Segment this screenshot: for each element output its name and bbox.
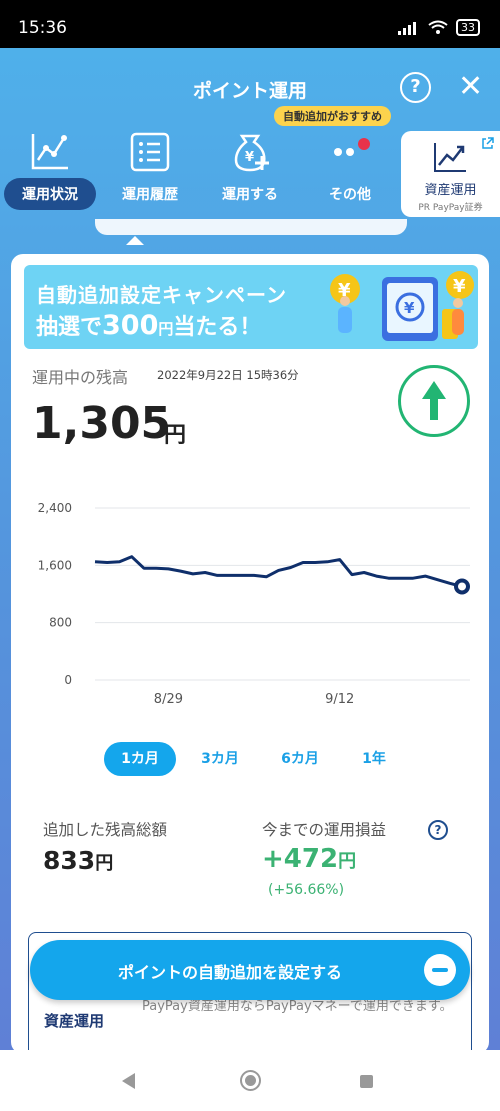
battery-icon: 33 <box>456 19 480 36</box>
home-icon[interactable] <box>240 1070 261 1091</box>
profit-loss-label: 今までの運用損益 <box>262 821 387 839</box>
campaign-illustration: ¥ ¥ ¥ <box>330 271 474 341</box>
chart-y-tick-label: 0 <box>64 673 72 687</box>
range-6-months[interactable]: 6カ月 <box>264 742 336 776</box>
balance-line-chart: 2,400 1,600 800 0 8/29 9/12 <box>38 501 470 707</box>
added-total-label: 追加した残高総額 <box>43 821 168 839</box>
balance-label: 運用中の残高 <box>32 368 129 387</box>
cta-label: ポイントの自動追加を設定する <box>117 963 342 982</box>
signal-icon <box>398 21 416 35</box>
chart-y-tick-label: 800 <box>49 616 72 630</box>
asset-card-label: 資産運用 <box>424 183 477 198</box>
back-icon[interactable] <box>122 1073 135 1089</box>
profit-loss-percent: (+56.66%) <box>268 882 345 898</box>
campaign-banner[interactable]: 自動追加設定キャンペーン 抽選で300円当たる！ ¥ ¥ ¥ <box>24 265 478 349</box>
status-bar: 15:36 33 <box>0 0 500 48</box>
asset-promo-logo: 資産運用 <box>44 1012 105 1030</box>
collapse-icon[interactable] <box>424 954 456 986</box>
help-button[interactable]: ? <box>400 72 431 103</box>
more-dots-icon <box>334 138 370 156</box>
asset-management-link[interactable]: 資産運用 PR PayPay証券 <box>401 131 500 217</box>
balance-unit: 円 <box>164 423 187 448</box>
tab-other[interactable]: その他 <box>300 126 400 216</box>
range-1-year[interactable]: 1年 <box>338 742 410 776</box>
added-total-value: 833円 <box>43 846 114 875</box>
chart-x-tick-label: 9/12 <box>325 692 354 707</box>
status-icons: 33 <box>398 19 480 36</box>
asset-promo-text: PayPay資産運用ならPayPayマネーで運用できます。 <box>142 999 453 1014</box>
tab-portfolio-status[interactable]: 運用状況 <box>0 126 100 216</box>
balance-date: 2022年9月22日 15時36分 <box>157 368 299 382</box>
balance-chart: 2,400 1,600 800 0 8/29 9/12 <box>20 490 490 720</box>
wifi-icon <box>428 20 448 34</box>
chart-y-tick-label: 2,400 <box>38 501 72 515</box>
tab-indicator-bar <box>95 219 407 235</box>
chart-y-tick-label: 1,600 <box>38 558 72 572</box>
chart-icon <box>31 134 68 170</box>
tab-pointer <box>126 236 144 245</box>
asset-card-sub: PR PayPay証券 <box>418 203 483 213</box>
profit-loss-value: +472円 <box>262 844 357 874</box>
trend-up-button[interactable] <box>398 365 470 437</box>
banner-line1: 自動追加設定キャンペーン <box>36 283 287 307</box>
arrow-up-icon <box>422 381 446 420</box>
auto-add-recommend-badge: 自動追加がおすすめ <box>274 106 391 126</box>
chart-balance-line <box>94 555 463 588</box>
chart-x-tick-label: 8/29 <box>154 692 183 707</box>
tab-invest[interactable]: ¥ 運用する <box>200 126 300 216</box>
external-link-icon <box>482 137 494 149</box>
svg-text:¥: ¥ <box>404 299 415 317</box>
profit-loss-info-button[interactable]: ? <box>428 820 448 840</box>
chart-current-point-inner <box>458 582 466 591</box>
range-3-months[interactable]: 3カ月 <box>184 742 256 776</box>
list-icon <box>130 132 170 172</box>
chart-up-icon <box>434 143 466 172</box>
svg-text:¥: ¥ <box>453 276 466 297</box>
status-time: 15:36 <box>18 18 67 38</box>
tab-history[interactable]: 運用履歴 <box>100 126 200 216</box>
range-1-month[interactable]: 1カ月 <box>104 742 176 776</box>
tab-label: 運用履歴 <box>122 187 178 203</box>
recent-apps-icon[interactable] <box>360 1075 373 1088</box>
auto-add-settings-button[interactable]: ポイントの自動追加を設定する <box>30 940 470 1000</box>
tab-label: 運用する <box>222 187 278 203</box>
yen-bag-icon: ¥ <box>234 134 269 172</box>
tab-label: その他 <box>329 187 371 203</box>
banner-line2: 抽選で300円当たる！ <box>36 310 262 341</box>
close-button[interactable]: ✕ <box>458 70 483 104</box>
svg-text:¥: ¥ <box>245 150 254 165</box>
tab-label: 運用状況 <box>4 178 96 210</box>
balance-value: 1,305 <box>32 398 172 449</box>
